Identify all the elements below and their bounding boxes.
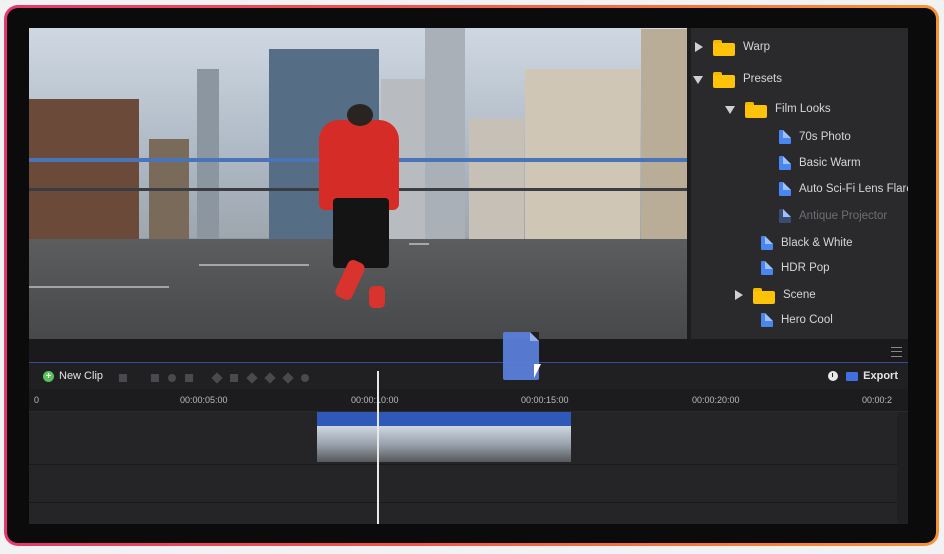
keyframe-add-icon[interactable] xyxy=(246,372,258,384)
plus-icon: + xyxy=(43,370,54,382)
previous-frame-icon[interactable] xyxy=(151,374,159,382)
hamburger-menu-icon[interactable] xyxy=(891,347,902,357)
tree-preset-auto-sci-fi-lens-flares[interactable]: Auto Sci-Fi Lens Flares xyxy=(779,178,908,200)
expand-arrow-icon[interactable] xyxy=(735,290,743,300)
tree-preset-70s-photo[interactable]: 70s Photo xyxy=(779,126,851,148)
preset-file-icon xyxy=(761,313,773,327)
timeline-toolbar: + New Clip Export xyxy=(29,363,908,389)
building xyxy=(425,28,465,239)
clip-thumbnail xyxy=(402,426,487,462)
timeline-track[interactable] xyxy=(29,465,897,503)
play-icon[interactable] xyxy=(168,374,176,382)
tree-preset-hdr-pop[interactable]: HDR Pop xyxy=(761,257,830,279)
building xyxy=(197,69,219,239)
building xyxy=(525,69,640,239)
tree-folder-film-looks[interactable]: Film Looks xyxy=(725,98,831,120)
tree-folder-presets[interactable]: Presets xyxy=(693,68,782,90)
keyframe-next-icon[interactable] xyxy=(282,372,294,384)
tree-preset-black-white[interactable]: Black & White xyxy=(761,232,853,254)
panel-separator-strip xyxy=(29,339,908,362)
next-frame-icon[interactable] xyxy=(185,374,193,382)
export-icon[interactable] xyxy=(846,371,859,381)
tree-preset-hero-cool[interactable]: Hero Cool xyxy=(761,309,833,331)
building xyxy=(641,29,687,239)
export-area: Export xyxy=(828,370,898,382)
ruler-tick: 0 xyxy=(34,395,40,405)
export-button[interactable]: Export xyxy=(863,370,898,382)
preset-file-icon xyxy=(761,236,773,250)
folder-icon xyxy=(745,101,767,118)
tree-label: Scene xyxy=(783,289,816,301)
tree-label: HDR Pop xyxy=(781,262,830,274)
playhead[interactable] xyxy=(377,371,379,524)
new-clip-label: New Clip xyxy=(59,370,104,382)
preset-file-icon xyxy=(761,261,773,275)
video-viewer[interactable] xyxy=(29,28,687,339)
expand-arrow-icon[interactable] xyxy=(695,42,703,52)
tree-label: Auto Sci-Fi Lens Flares xyxy=(799,183,908,195)
history-clock-icon[interactable] xyxy=(828,371,839,381)
ruler-tick: 00:00:20:00 xyxy=(692,395,740,405)
tree-label: Warp xyxy=(743,41,771,53)
preset-file-icon xyxy=(779,156,791,170)
lane-marking xyxy=(199,264,309,266)
ruler-tick: 00:00:05:00 xyxy=(180,395,228,405)
info-icon[interactable] xyxy=(301,374,309,382)
runner-head xyxy=(347,104,373,126)
editor-app: Warp Presets Film Looks 70s Photo Basic … xyxy=(29,28,908,524)
split-icon[interactable] xyxy=(230,374,238,382)
tree-label: Presets xyxy=(743,73,782,85)
tree-label: Antique Projector xyxy=(799,210,888,222)
collapse-arrow-icon[interactable] xyxy=(725,106,735,114)
ruler-tick: 00:00:15:00 xyxy=(521,395,569,405)
tree-label: Film Looks xyxy=(775,103,831,115)
preset-file-icon xyxy=(779,209,791,223)
clip-thumbnail xyxy=(487,426,571,462)
video-clip[interactable] xyxy=(317,412,571,462)
runner-legs xyxy=(333,198,389,268)
runner-body xyxy=(319,120,399,210)
tree-label: 70s Photo xyxy=(799,131,851,143)
preset-file-icon xyxy=(779,182,791,196)
clip-thumbnail xyxy=(317,426,402,462)
tree-preset-antique-projector[interactable]: Antique Projector xyxy=(779,205,887,227)
clip-header xyxy=(317,412,571,426)
tree-label: Basic Warm xyxy=(799,157,861,169)
folder-icon xyxy=(753,287,775,304)
keyframe-icon[interactable] xyxy=(211,372,223,384)
preset-file-icon xyxy=(779,130,791,144)
trash-icon[interactable] xyxy=(119,374,127,382)
effects-browser: Warp Presets Film Looks 70s Photo Basic … xyxy=(691,28,908,339)
folder-icon xyxy=(713,39,735,56)
runner-shoe xyxy=(369,286,385,308)
ruler-tick: 00:00:2 xyxy=(862,395,893,405)
new-clip-button[interactable]: + New Clip xyxy=(43,370,103,382)
tree-label: Hero Cool xyxy=(781,314,833,326)
ruler-tick: 00:00:10:00 xyxy=(351,395,399,405)
timeline-ruler[interactable]: 0 00:00:05:00 00:00:10:00 00:00:15:00 00… xyxy=(29,389,908,412)
tree-folder-warp[interactable]: Warp xyxy=(695,36,770,58)
collapse-arrow-icon[interactable] xyxy=(693,76,703,84)
tree-label: Black & White xyxy=(781,237,853,249)
lane-marking xyxy=(409,243,429,245)
mouse-cursor-icon xyxy=(534,364,541,378)
building xyxy=(469,119,524,239)
keyframe-prev-icon[interactable] xyxy=(264,372,276,384)
timeline-track[interactable] xyxy=(29,503,897,524)
tree-folder-scene[interactable]: Scene xyxy=(735,284,816,306)
lane-marking xyxy=(29,286,169,288)
building xyxy=(29,99,139,239)
tree-preset-basic-warm[interactable]: Basic Warm xyxy=(779,152,861,174)
folder-icon xyxy=(713,71,735,88)
timeline-scrollbar[interactable] xyxy=(897,412,908,524)
